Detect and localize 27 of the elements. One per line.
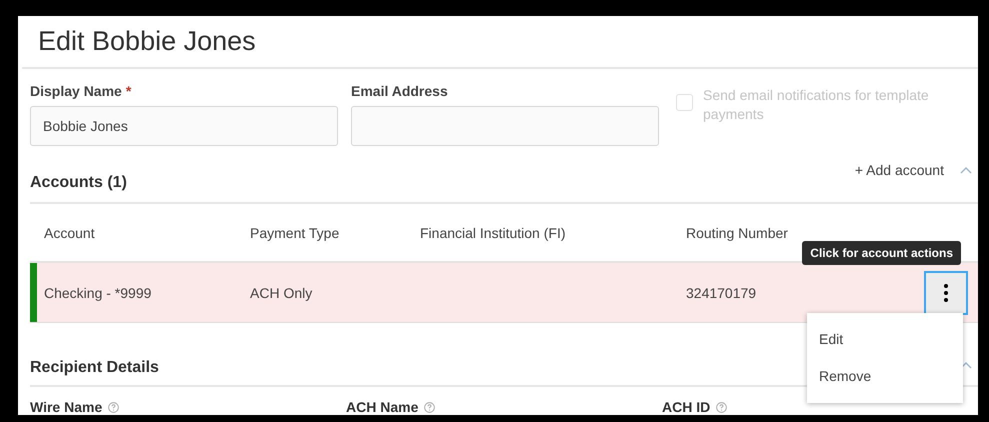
add-account-link[interactable]: + Add account [854,162,944,178]
checkbox-label: Send email notifications for template payments [703,86,930,124]
help-icon[interactable] [424,402,436,412]
column-header: Routing Number [686,224,788,240]
column-header: Account [44,224,95,240]
column-header: Payment Type [250,224,340,240]
more-actions-button[interactable] [924,270,968,314]
chevron-icon[interactable] [960,166,972,174]
section-title: Accounts (1) [30,173,127,193]
tooltip: Click for account actions [802,241,961,265]
required-mark: * [126,83,132,99]
page-title: Edit Bobbie Jones [37,25,257,58]
column-header: Financial Institution (FI) [420,224,566,240]
field-label: Display Name [30,83,122,99]
menu-item[interactable]: Remove [807,358,963,395]
menu-item[interactable]: Edit [807,321,963,358]
input-field[interactable]: Bobbie Jones [30,106,338,146]
section-title: Recipient Details [30,358,159,378]
help-icon[interactable] [716,402,728,412]
table-cell: 324170179 [686,284,756,300]
table-cell: ACH Only [250,284,312,300]
help-icon[interactable] [108,402,120,412]
chevron-icon[interactable] [960,361,972,369]
table-cell: Checking - *9999 [44,284,152,300]
field-label: Email Address [351,83,448,99]
input-field[interactable] [351,106,659,146]
more-vertical-icon [944,282,948,302]
